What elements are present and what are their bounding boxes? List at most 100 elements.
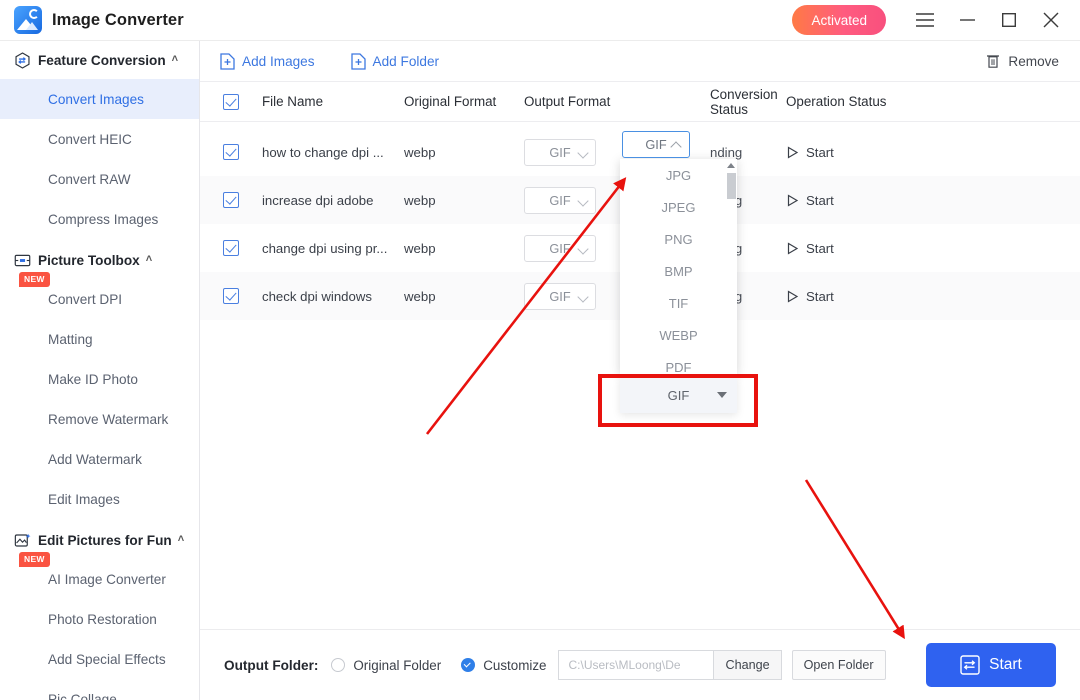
cell-operation-start[interactable]: Start: [776, 193, 936, 208]
cell-original-format: webp: [404, 144, 436, 160]
sidebar-group-label: Edit Pictures for Fun: [38, 532, 172, 548]
cell-operation-start[interactable]: Start: [776, 241, 936, 256]
dropdown-option-jpg[interactable]: JPG: [620, 159, 737, 191]
global-output-format-value: GIF: [645, 137, 667, 152]
chevron-down-icon: [577, 194, 589, 207]
sidebar-item-label: Remove Watermark: [48, 411, 169, 427]
dropdown-scrollbar[interactable]: [726, 159, 737, 374]
open-folder-button[interactable]: Open Folder: [791, 650, 886, 680]
cell-file-name: check dpi windows: [262, 288, 372, 304]
dropdown-option-webp[interactable]: WEBP: [620, 319, 737, 351]
sidebar-item-label: Add Special Effects: [48, 651, 166, 667]
dropdown-option-png[interactable]: PNG: [620, 223, 737, 255]
table-header: File Name Original Format Output Format …: [200, 81, 1080, 122]
sidebar-item-matting[interactable]: Matting: [0, 319, 199, 359]
sidebar-item-remove-watermark[interactable]: Remove Watermark: [0, 399, 199, 439]
sidebar: Feature Conversion ˄ Convert Images Conv…: [0, 41, 200, 700]
dropdown-option-jpeg[interactable]: JPEG: [620, 191, 737, 223]
sidebar-item-label: Make ID Photo: [48, 371, 138, 387]
convert-arrows-icon: [960, 655, 980, 675]
sidebar-item-convert-images[interactable]: Convert Images: [0, 79, 199, 119]
customize-radio[interactable]: [461, 658, 476, 672]
sidebar-group-feature-conversion[interactable]: Feature Conversion ˄: [0, 41, 199, 79]
edit-pictures-icon: [14, 532, 31, 549]
scrollbar-thumb[interactable]: [727, 173, 736, 199]
scroll-up-arrow-icon[interactable]: [727, 163, 735, 168]
select-all-checkbox[interactable]: [200, 93, 262, 110]
sidebar-item-convert-raw[interactable]: Convert RAW: [0, 159, 199, 199]
chevron-down-icon: [577, 290, 589, 303]
chevron-down-icon: [717, 392, 727, 398]
dropdown-option-gif-label: GIF: [667, 388, 690, 403]
row-checkbox[interactable]: [200, 240, 262, 256]
hamburger-menu-icon[interactable]: [904, 0, 946, 41]
new-badge: NEW: [19, 272, 50, 287]
cell-output-format-select[interactable]: GIF: [524, 138, 624, 166]
sidebar-item-pic-collage[interactable]: Pic Collage: [0, 679, 199, 700]
sidebar-item-compress-images[interactable]: Compress Images: [0, 199, 199, 239]
customize-label[interactable]: Customize: [483, 658, 546, 673]
sidebar-item-add-watermark[interactable]: Add Watermark: [0, 439, 199, 479]
dropdown-option-gif[interactable]: GIF: [620, 378, 737, 413]
play-icon: [786, 241, 799, 255]
start-conversion-button[interactable]: Start: [926, 643, 1056, 687]
remove-label: Remove: [1008, 53, 1059, 69]
output-format-value: GIF: [549, 288, 571, 304]
sidebar-item-label: Compress Images: [48, 211, 159, 227]
column-conversion-status: Conversion Status: [710, 86, 778, 117]
add-images-button[interactable]: Add Images: [220, 52, 315, 70]
cell-operation-start[interactable]: Start: [776, 289, 936, 304]
add-file-icon: [220, 52, 235, 70]
dropdown-option-tif[interactable]: TIF: [620, 287, 737, 319]
sidebar-item-ai-image-converter[interactable]: NEW AI Image Converter: [0, 552, 199, 599]
cell-file-name: increase dpi adobe: [262, 192, 374, 208]
add-folder-button[interactable]: Add Folder: [350, 52, 440, 70]
app-window: Image Converter Activated Feature Conver…: [0, 0, 1080, 700]
cell-operation-start[interactable]: Start: [776, 145, 936, 160]
sidebar-item-convert-dpi[interactable]: NEW Convert DPI: [0, 272, 199, 319]
sidebar-item-label: Convert Images: [48, 91, 144, 107]
close-icon[interactable]: [1030, 0, 1072, 41]
conversion-hexagon-icon: [14, 51, 31, 69]
sidebar-item-edit-images[interactable]: Edit Images: [0, 479, 199, 519]
remove-button[interactable]: Remove: [986, 53, 1080, 70]
maximize-icon[interactable]: [988, 0, 1030, 41]
output-path-input[interactable]: C:\Users\MLoong\De: [558, 650, 714, 680]
minimize-icon[interactable]: [946, 0, 988, 41]
row-checkbox[interactable]: [200, 288, 262, 304]
chevron-up-icon: ˄: [177, 533, 185, 545]
chevron-down-icon: [577, 242, 589, 255]
original-folder-radio[interactable]: [331, 658, 346, 672]
sidebar-item-add-special-effects[interactable]: Add Special Effects: [0, 639, 199, 679]
sidebar-item-label: Photo Restoration: [48, 611, 157, 627]
column-file-name: File Name: [262, 94, 324, 109]
cell-output-format-select[interactable]: GIF: [524, 234, 624, 262]
sidebar-item-convert-heic[interactable]: Convert HEIC: [0, 119, 199, 159]
sidebar-item-photo-restoration[interactable]: Photo Restoration: [0, 599, 199, 639]
change-folder-button[interactable]: Change: [713, 650, 782, 680]
activated-badge[interactable]: Activated: [792, 5, 886, 35]
cell-original-format: webp: [404, 240, 436, 256]
sidebar-item-label: Convert DPI: [48, 291, 123, 307]
cell-output-format-select[interactable]: GIF: [524, 186, 624, 214]
output-format-selector: GIF: [524, 234, 596, 262]
main-panel: Add Images Add Folder Remove File Name O…: [200, 41, 1080, 700]
row-checkbox[interactable]: [200, 192, 262, 208]
toolbox-icon: [14, 252, 31, 269]
format-dropdown-list[interactable]: JPG JPEG PNG BMP TIF WEBP PDF: [620, 159, 737, 374]
row-checkbox[interactable]: [200, 144, 262, 160]
sidebar-group-label: Picture Toolbox: [38, 252, 140, 268]
cell-output-format-select[interactable]: GIF: [524, 282, 624, 310]
dropdown-option-bmp[interactable]: BMP: [620, 255, 737, 287]
output-format-selector: GIF: [524, 282, 596, 310]
start-label: Start: [806, 288, 834, 304]
original-folder-label[interactable]: Original Folder: [353, 658, 441, 673]
sidebar-item-label: Matting: [48, 331, 93, 347]
start-label: Start: [806, 144, 834, 160]
add-folder-label: Add Folder: [372, 53, 440, 69]
global-output-format-selector[interactable]: GIF: [622, 131, 690, 158]
start-label: Start: [806, 192, 834, 208]
cell-file-name: how to change dpi ...: [262, 144, 384, 160]
dropdown-option-pdf[interactable]: PDF: [620, 351, 737, 375]
sidebar-item-make-id-photo[interactable]: Make ID Photo: [0, 359, 199, 399]
